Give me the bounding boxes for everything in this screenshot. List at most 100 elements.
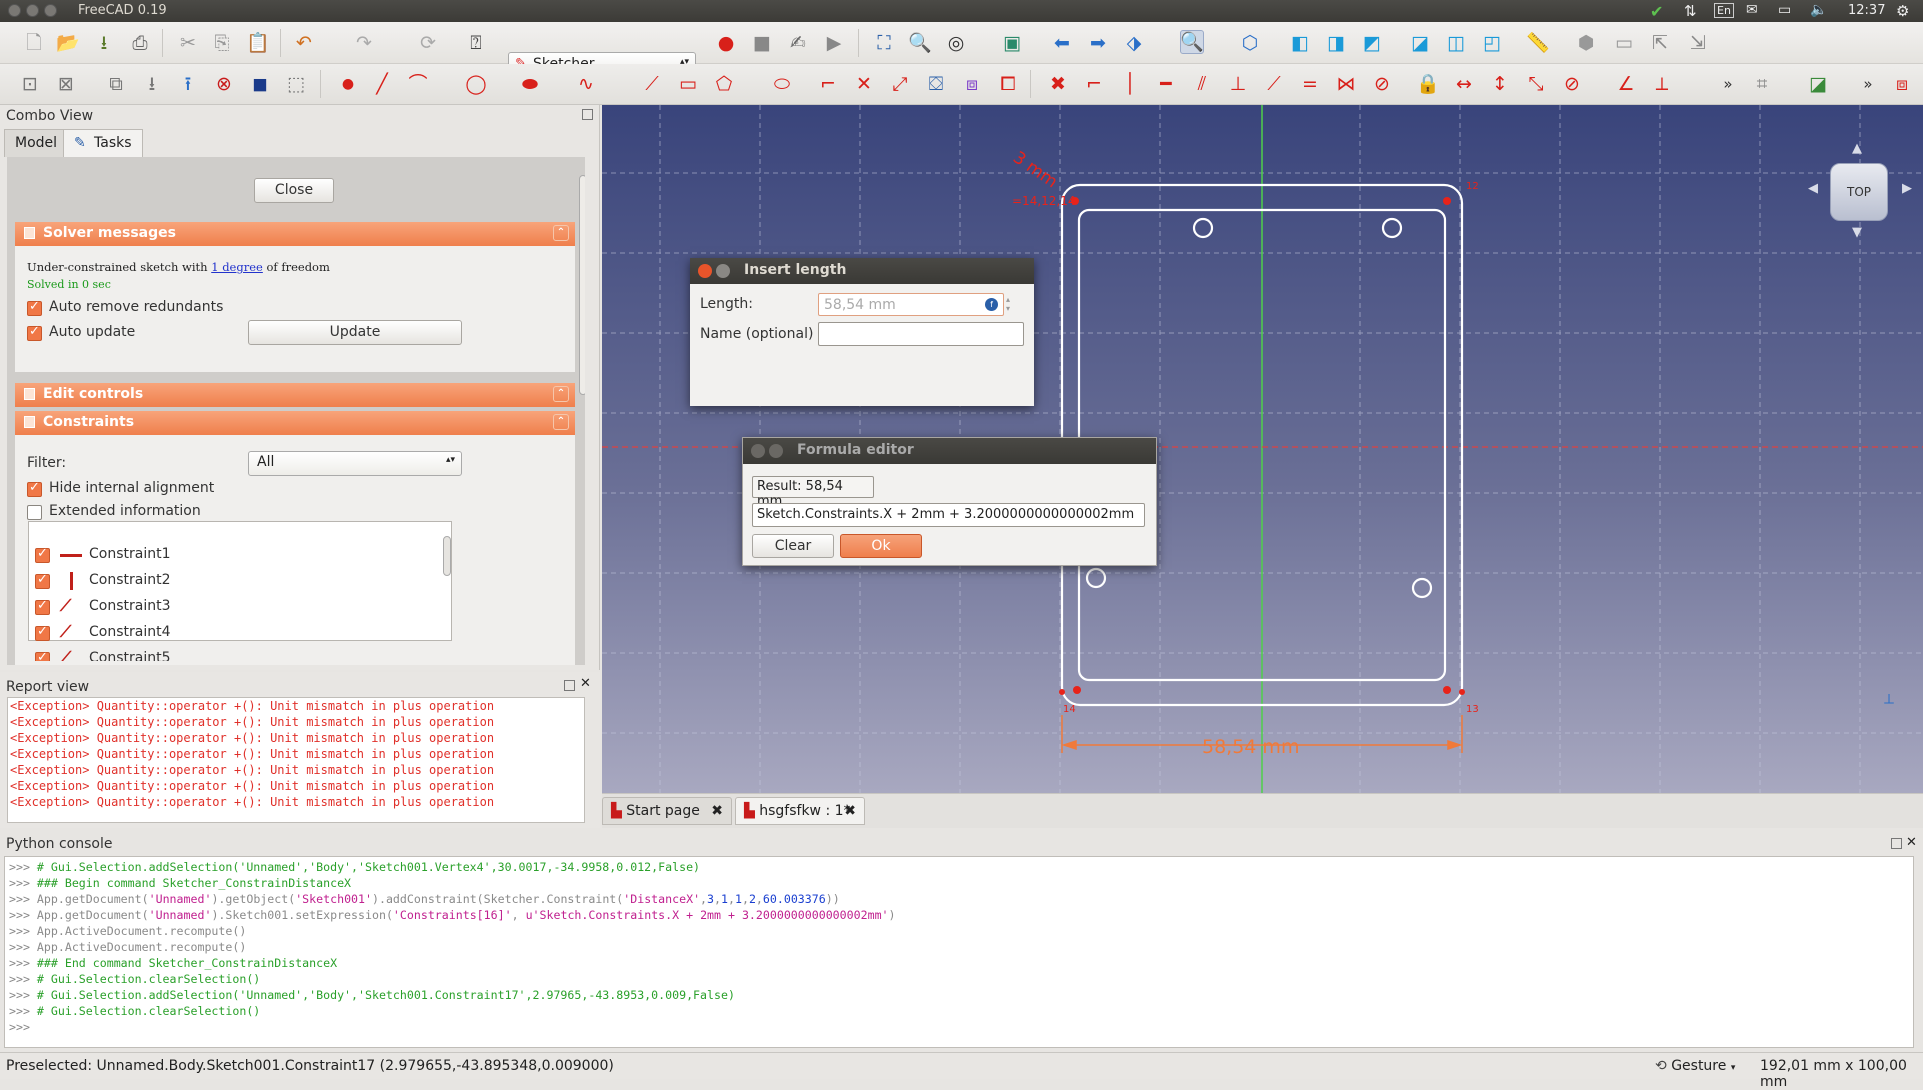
degrees-of-freedom-link[interactable]: 1 degree xyxy=(211,260,263,274)
close-icon[interactable]: ✕ xyxy=(1906,835,1917,850)
auto-update-checkbox[interactable] xyxy=(27,324,42,341)
bounding-box-icon[interactable]: ▣ xyxy=(1000,31,1024,55)
select-icon[interactable]: ⌗ xyxy=(1750,72,1774,96)
undock-icon[interactable] xyxy=(582,109,593,120)
point-tool-icon[interactable]: ● xyxy=(336,72,360,96)
reorient-sketch-icon[interactable]: ⭳ xyxy=(140,72,164,96)
settings-gear-icon[interactable]: ⚙ xyxy=(1896,2,1909,20)
navigation-cube[interactable]: TOP ▲ ◀ ▶ ▼ xyxy=(1808,141,1912,240)
arc-tool-icon[interactable]: ⌒ xyxy=(406,72,430,96)
link-icon[interactable]: ⬗ xyxy=(1122,31,1146,55)
close-tab-icon[interactable]: ✖ xyxy=(844,803,856,819)
edit-controls-header[interactable]: Edit controls ⌃ xyxy=(15,383,575,407)
horizontal-distance-icon[interactable]: ↔ xyxy=(1452,72,1476,96)
forward-icon[interactable]: ➡ xyxy=(1086,31,1110,55)
update-ok-icon[interactable]: ✔ xyxy=(1650,2,1663,21)
more-tools-icon-2[interactable]: » xyxy=(1856,72,1880,96)
redo-icon[interactable]: ↷ xyxy=(352,31,376,55)
line-tool-icon[interactable]: ╱ xyxy=(370,72,394,96)
part-icon[interactable]: ⬢ xyxy=(1574,31,1598,55)
symmetric-constraint-icon[interactable]: ⋈ xyxy=(1334,72,1358,96)
stop-macro-icon[interactable]: ■ xyxy=(750,31,774,55)
more-tools-icon[interactable]: » xyxy=(1716,72,1740,96)
snell-law-icon[interactable]: ⟂ xyxy=(1650,72,1674,96)
tab-document[interactable]: ▙ hsgfsfkw : 1* ✖ xyxy=(735,797,865,825)
copy-icon[interactable]: ⎘ xyxy=(210,31,234,55)
polyline-tool-icon[interactable]: ⟋ xyxy=(640,72,664,96)
edit-macro-icon[interactable]: ✍ xyxy=(786,31,810,55)
view-sketch-icon[interactable]: ⊡ xyxy=(18,72,42,96)
virtual-space-icon[interactable]: ⧈ xyxy=(1890,72,1914,96)
right-view-icon[interactable]: ◩ xyxy=(1360,31,1384,55)
construction-mode-icon[interactable]: ⧠ xyxy=(996,72,1020,96)
validate-sketch-icon[interactable]: ⊗ xyxy=(212,72,236,96)
tab-model[interactable]: Model xyxy=(4,129,69,157)
group-icon[interactable]: ▭ xyxy=(1612,31,1636,55)
maximize-window-button[interactable] xyxy=(44,4,57,17)
minimize-dialog-button[interactable] xyxy=(769,444,783,458)
draw-style-icon[interactable]: ◎ xyxy=(944,31,968,55)
extended-information-checkbox[interactable] xyxy=(27,505,42,520)
bottom-view-icon[interactable]: ◫ xyxy=(1444,31,1468,55)
rear-view-icon[interactable]: ◪ xyxy=(1408,31,1432,55)
fit-selection-icon[interactable]: 🔍 xyxy=(908,31,932,55)
collapse-icon[interactable]: ⌃ xyxy=(553,386,569,402)
point-on-object-icon[interactable]: ⌐ xyxy=(1082,72,1106,96)
mail-icon[interactable]: ✉ xyxy=(1746,2,1758,20)
rectangle-tool-icon[interactable]: ▭ xyxy=(676,72,700,96)
merge-sketch-icon[interactable]: ◼ xyxy=(248,72,272,96)
filter-select[interactable]: All ▴▾ xyxy=(248,451,462,476)
link-actions-icon[interactable]: ⇲ xyxy=(1686,31,1710,55)
report-log[interactable]: <Exception> Quantity::operator +(): Unit… xyxy=(7,697,585,823)
external-geometry-icon[interactable]: ⛋ xyxy=(924,72,948,96)
constraints-header[interactable]: Constraints ⌃ xyxy=(15,411,575,435)
bspline-tool-icon[interactable]: ∿ xyxy=(574,72,598,96)
radius-constraint-icon[interactable]: ⊘ xyxy=(1560,72,1584,96)
solver-messages-header[interactable]: Solver messages ⌃ xyxy=(15,222,575,246)
polygon-tool-icon[interactable]: ⬠ xyxy=(712,72,736,96)
parallel-constraint-icon[interactable]: ⫽ xyxy=(1190,72,1214,96)
rotate-down-icon[interactable]: ▼ xyxy=(1852,225,1862,240)
keyboard-layout[interactable]: En xyxy=(1714,3,1734,18)
carbon-copy-icon[interactable]: ⧈ xyxy=(960,72,984,96)
name-input[interactable] xyxy=(818,322,1024,346)
close-dialog-button[interactable] xyxy=(698,264,712,278)
block-constraint-icon[interactable]: ⊘ xyxy=(1370,72,1394,96)
close-button[interactable]: Close xyxy=(254,178,334,203)
record-macro-icon[interactable]: ● xyxy=(714,31,738,55)
update-button[interactable]: Update xyxy=(248,320,462,345)
undo-icon[interactable]: ↶ xyxy=(292,31,316,55)
minimize-dialog-button[interactable] xyxy=(716,264,730,278)
vertical-distance-icon[interactable]: ↕ xyxy=(1488,72,1512,96)
undock-icon[interactable] xyxy=(1891,838,1902,849)
collapse-icon[interactable]: ⌃ xyxy=(553,414,569,430)
clock[interactable]: 12:37 xyxy=(1848,3,1885,21)
left-view-icon[interactable]: ◰ xyxy=(1480,31,1504,55)
trim-tool-icon[interactable]: ✕ xyxy=(852,72,876,96)
close-dialog-button[interactable] xyxy=(751,444,765,458)
expression-input[interactable]: Sketch.Constraints.X + 2mm + 3.200000000… xyxy=(752,503,1145,527)
back-icon[interactable]: ⬅ xyxy=(1050,31,1074,55)
corner-radius-dimension[interactable]: 3 mm xyxy=(1009,148,1061,193)
new-file-icon[interactable]: 🗋 xyxy=(22,31,46,55)
angle-constraint-icon[interactable]: ∠ xyxy=(1614,72,1638,96)
mirror-sketch-icon[interactable]: ⬚ xyxy=(284,72,308,96)
constraint-list-scrollbar[interactable] xyxy=(443,524,451,636)
map-sketch-icon[interactable]: ⧉ xyxy=(104,72,128,96)
horizontal-constraint-icon[interactable]: ━ xyxy=(1154,72,1178,96)
conic-tool-icon[interactable]: ⬬ xyxy=(518,72,542,96)
expression-icon[interactable]: f xyxy=(985,298,998,311)
fit-all-icon[interactable]: ⛶ xyxy=(872,31,896,55)
open-file-icon[interactable]: 📂 xyxy=(56,31,80,55)
rotate-left-icon[interactable]: ◀ xyxy=(1808,181,1818,196)
run-macro-icon[interactable]: ▶ xyxy=(822,31,846,55)
extend-tool-icon[interactable]: ⤢ xyxy=(888,72,912,96)
list-item[interactable]: ⟋ Constraint5 xyxy=(30,650,530,661)
cut-icon[interactable]: ✂ xyxy=(176,31,200,55)
tab-start-page[interactable]: ▙ Start page ✖ xyxy=(602,797,732,825)
front-view-icon[interactable]: ◧ xyxy=(1288,31,1312,55)
clear-button[interactable]: Clear xyxy=(752,534,834,558)
dimension-value[interactable]: 58,54 mm xyxy=(1202,736,1299,758)
network-icon[interactable]: ⇅ xyxy=(1684,2,1697,20)
zoom-icon[interactable]: 🔍 xyxy=(1180,30,1204,54)
